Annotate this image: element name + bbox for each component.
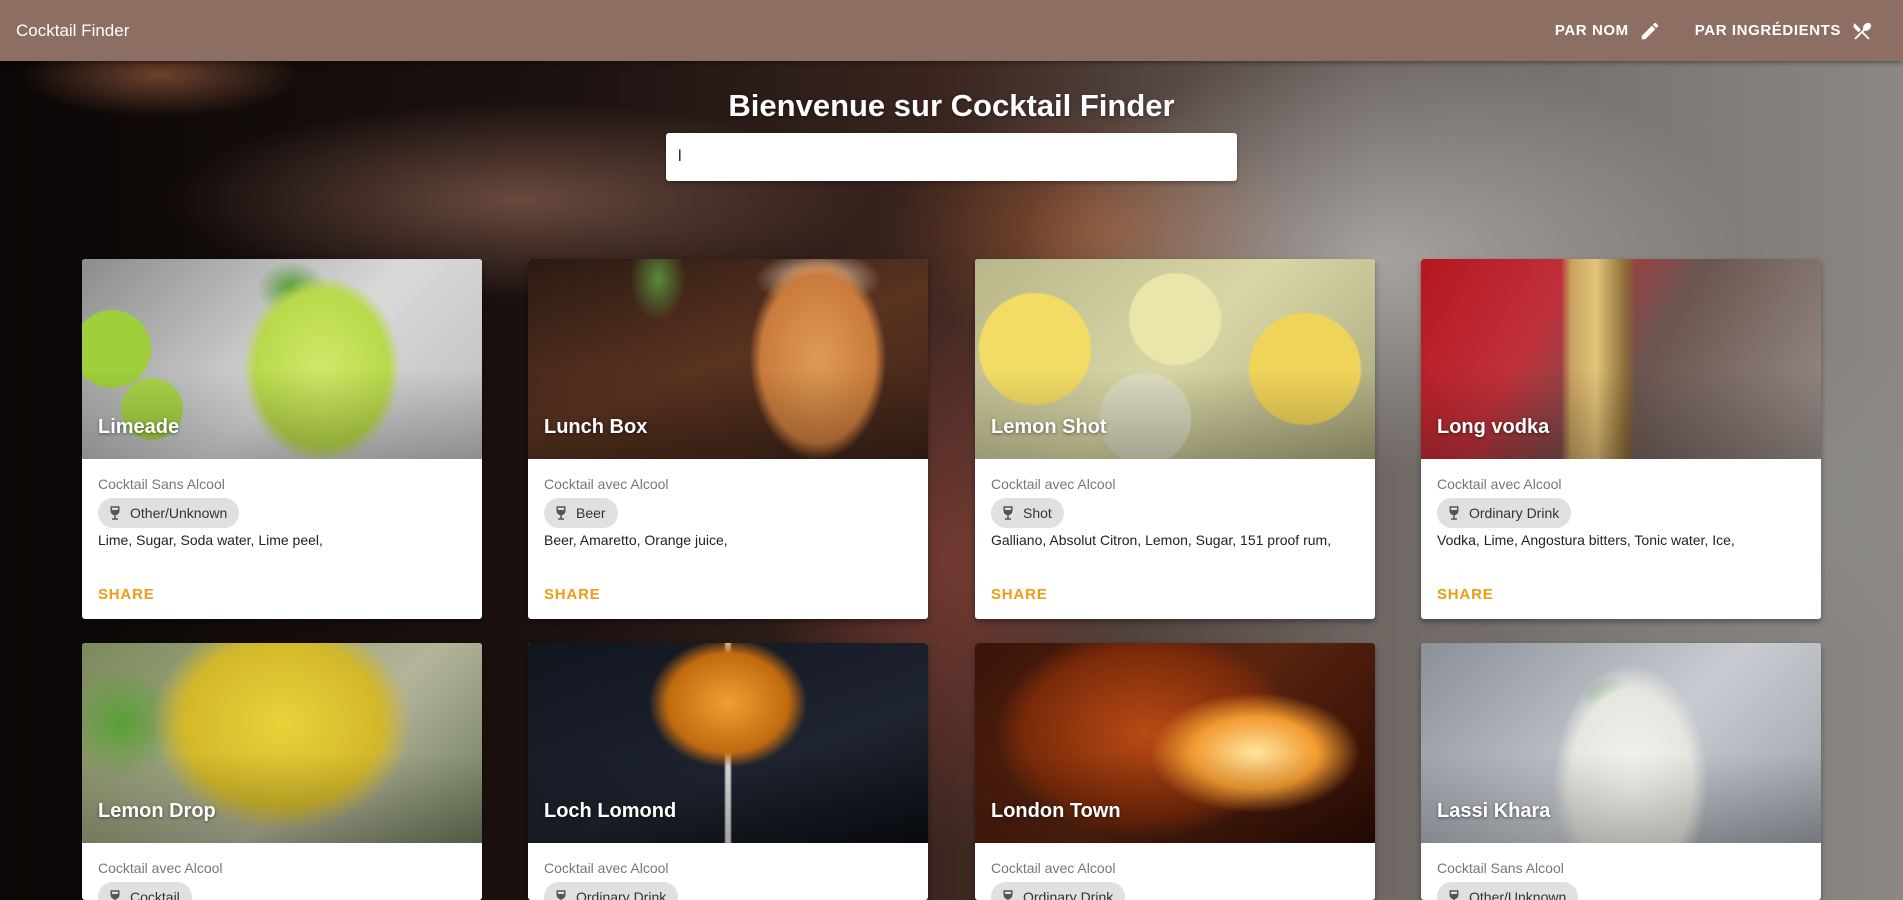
cocktail-card: Loch Lomond Cocktail avec Alcool Ordinar… <box>528 643 928 900</box>
cocktail-image[interactable]: Lemon Shot <box>975 259 1375 459</box>
cocktail-image[interactable]: Lassi Khara <box>1421 643 1821 843</box>
cocktail-card: Lemon Shot Cocktail avec Alcool Shot Gal… <box>975 259 1375 619</box>
cocktail-card: Lunch Box Cocktail avec Alcool Beer Beer… <box>528 259 928 619</box>
category-label: Other/Unknown <box>130 505 228 521</box>
category-chip: Ordinary Drink <box>1437 498 1572 528</box>
cocktail-title: Lemon Shot <box>991 416 1107 438</box>
share-button[interactable]: SHARE <box>98 586 155 603</box>
cocktail-type: Cocktail avec Alcool <box>991 860 1116 876</box>
category-chip: Beer <box>544 498 618 528</box>
category-label: Other/Unknown <box>1469 889 1567 900</box>
cocktail-title: Limeade <box>98 416 180 438</box>
cocktail-title: London Town <box>991 800 1121 822</box>
cocktail-card: London Town Cocktail avec Alcool Ordinar… <box>975 643 1375 900</box>
cocktail-type: Cocktail avec Alcool <box>98 860 223 876</box>
cocktail-image[interactable]: Long vodka <box>1421 259 1821 459</box>
category-chip: Ordinary Drink <box>991 882 1126 900</box>
ingredients-list: Beer, Amaretto, Orange juice, <box>544 532 728 548</box>
ingredients-list: Vodka, Lime, Angostura bitters, Tonic wa… <box>1437 532 1735 548</box>
cocktail-type: Cocktail Sans Alcool <box>98 476 225 492</box>
header-nav: PAR NOM PAR INGRÉDIENTS <box>1541 10 1887 52</box>
cocktail-type: Cocktail avec Alcool <box>991 476 1116 492</box>
pencil-icon <box>1641 22 1659 39</box>
app-brand[interactable]: Cocktail Finder <box>16 21 129 41</box>
cocktail-card: Lemon Drop Cocktail avec Alcool Cocktail <box>82 643 482 900</box>
share-button[interactable]: SHARE <box>544 586 601 603</box>
nav-by-name-label: PAR NOM <box>1554 22 1629 39</box>
app-header: Cocktail Finder PAR NOM PAR INGRÉDIENTS <box>0 0 1903 61</box>
cocktail-card: Long vodka Cocktail avec Alcool Ordinary… <box>1421 259 1821 619</box>
cocktail-image[interactable]: Loch Lomond <box>528 643 928 843</box>
wine-glass-icon <box>110 890 120 900</box>
cocktail-type: Cocktail avec Alcool <box>544 860 669 876</box>
cocktail-title: Lunch Box <box>544 416 648 438</box>
ingredients-list: Lime, Sugar, Soda water, Lime peel, <box>98 532 323 548</box>
nav-by-ingredients-label: PAR INGRÉDIENTS <box>1694 22 1841 39</box>
share-button[interactable]: SHARE <box>991 586 1048 603</box>
cocktail-card: Limeade Cocktail Sans Alcool Other/Unkno… <box>82 259 482 619</box>
cocktail-type: Cocktail Sans Alcool <box>1437 860 1564 876</box>
category-label: Ordinary Drink <box>1023 889 1114 900</box>
category-label: Ordinary Drink <box>576 889 667 900</box>
wine-glass-icon <box>1449 890 1459 900</box>
category-label: Ordinary Drink <box>1469 505 1560 521</box>
category-chip: Shot <box>991 498 1064 528</box>
cocktail-image[interactable]: London Town <box>975 643 1375 843</box>
category-label: Beer <box>576 505 606 521</box>
search-input[interactable] <box>666 133 1237 181</box>
nav-by-name-button[interactable]: PAR NOM <box>1541 10 1675 52</box>
nav-by-ingredients-button[interactable]: PAR INGRÉDIENTS <box>1681 10 1887 52</box>
category-chip: Other/Unknown <box>1437 882 1579 900</box>
wine-glass-icon <box>556 890 566 900</box>
cocktail-type: Cocktail avec Alcool <box>1437 476 1562 492</box>
cocktail-title: Loch Lomond <box>544 800 677 822</box>
cocktail-title: Long vodka <box>1437 416 1550 438</box>
cocktail-title: Lassi Khara <box>1437 800 1551 822</box>
category-chip: Other/Unknown <box>98 498 240 528</box>
wine-glass-icon <box>1003 506 1013 520</box>
wine-glass-icon <box>110 506 120 520</box>
category-chip: Ordinary Drink <box>544 882 679 900</box>
category-label: Cocktail <box>130 889 180 900</box>
page-title: Bienvenue sur Cocktail Finder <box>728 88 1175 123</box>
cocktail-title: Lemon Drop <box>98 800 216 822</box>
utensils-icon <box>1853 22 1872 40</box>
wine-glass-icon <box>1003 890 1013 900</box>
cocktail-image[interactable]: Lemon Drop <box>82 643 482 843</box>
cocktail-image[interactable]: Limeade <box>82 259 482 459</box>
wine-glass-icon <box>556 506 566 520</box>
cocktail-image[interactable]: Lunch Box <box>528 259 928 459</box>
cocktail-card: Lassi Khara Cocktail Sans Alcool Other/U… <box>1421 643 1821 900</box>
share-button[interactable]: SHARE <box>1437 586 1494 603</box>
ingredients-list: Galliano, Absolut Citron, Lemon, Sugar, … <box>991 532 1332 548</box>
cocktail-type: Cocktail avec Alcool <box>544 476 669 492</box>
wine-glass-icon <box>1449 506 1459 520</box>
category-chip: Cocktail <box>98 882 192 900</box>
category-label: Shot <box>1023 505 1052 521</box>
